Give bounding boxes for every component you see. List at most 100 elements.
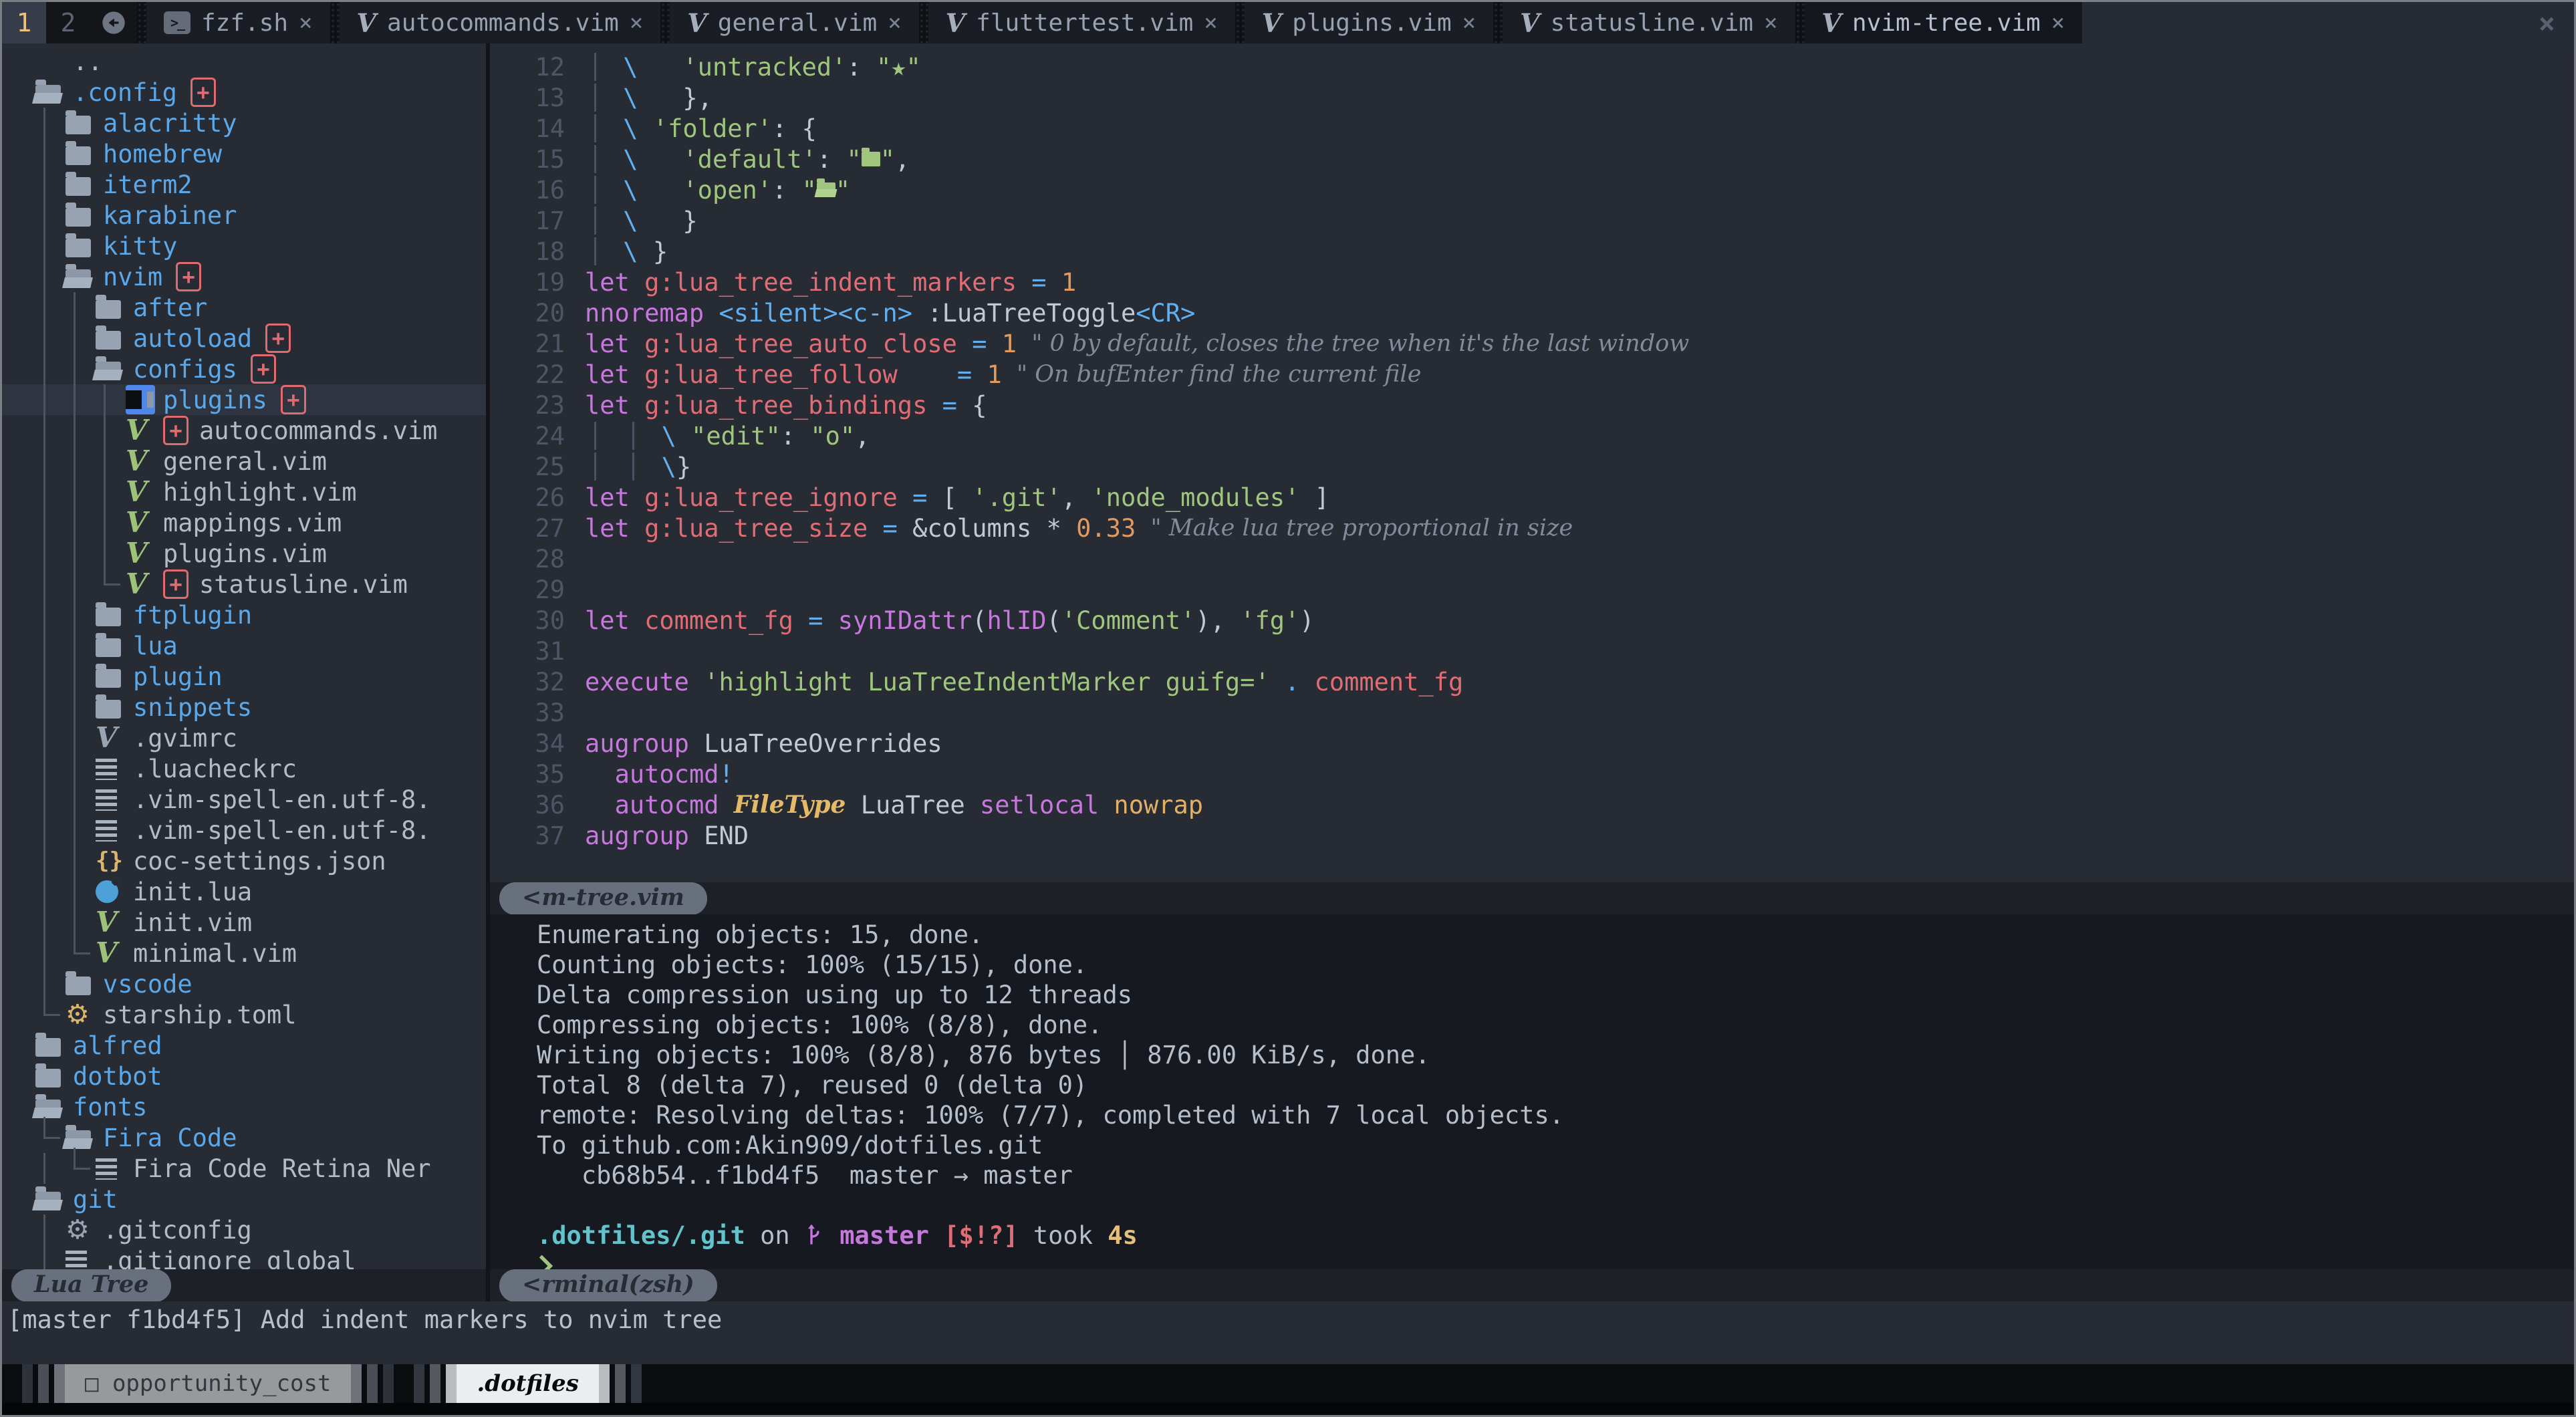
- tab-close-icon[interactable]: ×: [888, 9, 901, 36]
- tree-item-alacritty[interactable]: alacritty: [2, 108, 486, 138]
- tree-indent-guide: [66, 477, 96, 507]
- tab-plugins.vim[interactable]: Vplugins.vim×: [1245, 2, 1493, 43]
- tree-item-label: dotbot: [73, 1062, 162, 1091]
- tab-separator: [137, 2, 146, 43]
- git-branch-icon: [805, 1221, 825, 1251]
- tree-indent-guide: [35, 876, 66, 907]
- line-number: 13: [490, 84, 585, 112]
- tree-item-plugins[interactable]: plugins+: [2, 384, 486, 415]
- vim-icon: V: [357, 8, 376, 38]
- tree-item-vscode[interactable]: vscode: [2, 969, 486, 999]
- line-number: 36: [490, 791, 585, 819]
- tree-indent-guide: [66, 600, 96, 630]
- tree-item-.gitignore_global[interactable]: .gitignore_global: [2, 1245, 486, 1269]
- tab-fzf.sh[interactable]: >_fzf.sh×: [146, 2, 330, 43]
- close-all-icon[interactable]: ×: [2539, 7, 2555, 39]
- tree-item-label: statusline.vim: [199, 570, 408, 599]
- tree-item-.gvimrc[interactable]: V .gvimrc: [2, 723, 486, 753]
- tree-item-autocommands.vim[interactable]: V+autocommands.vim: [2, 415, 486, 446]
- tree-indent-guide: [66, 507, 96, 538]
- tab-nvim-tree.vim[interactable]: Vnvim-tree.vim×: [1805, 2, 2083, 43]
- tree-indent-guide: [66, 630, 96, 661]
- tree-item-icon: [96, 757, 133, 780]
- vim-file-icon: V: [126, 416, 148, 444]
- tree-item-dotbot[interactable]: dotbot: [2, 1061, 486, 1091]
- tree-item-.vim-spell-en.utf-8.[interactable]: .vim-spell-en.utf-8.: [2, 815, 486, 846]
- tree-item-general.vim[interactable]: Vgeneral.vim: [2, 446, 486, 477]
- tree-indent-guide: [35, 1214, 66, 1245]
- tab-general.vim[interactable]: Vgeneral.vim×: [670, 2, 918, 43]
- tab-fluttertest.vim[interactable]: Vfluttertest.vim×: [928, 2, 1235, 43]
- tree-item-Fira-Code-Retina-Ner[interactable]: Fira Code Retina Ner: [2, 1153, 486, 1184]
- vim-file-icon: V: [96, 724, 118, 752]
- tree-item-after[interactable]: after: [2, 292, 486, 323]
- tree-item-..[interactable]: ..: [2, 46, 486, 77]
- git-unstaged-badge: +: [265, 324, 291, 353]
- tree-item-highlight.vim[interactable]: Vhighlight.vim: [2, 477, 486, 507]
- tab-close-icon[interactable]: ×: [1764, 9, 1777, 36]
- tree-item-icon: V: [96, 939, 133, 967]
- editor-pane[interactable]: 12 \ 'untracked': "★"13 \ },14 \ 'folder…: [490, 43, 2574, 882]
- tab-close-icon[interactable]: ×: [1204, 9, 1217, 36]
- tab-close-icon[interactable]: ×: [630, 9, 643, 36]
- tree-item-mappings.vim[interactable]: Vmappings.vim: [2, 507, 486, 538]
- tree-item-git[interactable]: git: [2, 1184, 486, 1214]
- tree-item-label: plugins.vim: [163, 539, 327, 568]
- tree-item-fonts[interactable]: fonts: [2, 1091, 486, 1122]
- tmux-gradient-bar: [414, 1364, 424, 1403]
- tree-item-label: after: [133, 293, 207, 322]
- tree-item-kitty[interactable]: kitty: [2, 231, 486, 261]
- tree-item-karabiner[interactable]: karabiner: [2, 200, 486, 231]
- tree-item-homebrew[interactable]: homebrew: [2, 138, 486, 169]
- indent-guide: [594, 114, 596, 142]
- tree-item-lua[interactable]: lua: [2, 630, 486, 661]
- tree-item-configs[interactable]: configs+: [2, 354, 486, 384]
- tree-item-icon: [96, 819, 133, 842]
- window-indicator-1[interactable]: 1: [2, 2, 46, 43]
- tab-autocommands.vim[interactable]: Vautocommands.vim×: [340, 2, 661, 43]
- tree-item-alfred[interactable]: alfred: [2, 1030, 486, 1061]
- folder-icon: [66, 146, 91, 165]
- tree-item-plugins.vim[interactable]: Vplugins.vim: [2, 538, 486, 569]
- bottom-strip: [2, 1403, 2574, 1415]
- terminal-pane[interactable]: Enumerating objects: 15, done.Counting o…: [490, 914, 2574, 1269]
- tree-item-label: .gvimrc: [133, 724, 237, 753]
- tab-close-icon[interactable]: ×: [299, 9, 312, 36]
- tmux-window-.dotfiles[interactable]: .dotfiles: [414, 1364, 641, 1403]
- tree-item-init.lua[interactable]: init.lua: [2, 876, 486, 907]
- tree-item-coc-settings.json[interactable]: {}coc-settings.json: [2, 846, 486, 876]
- tree-item-icon: {}: [96, 848, 133, 874]
- vim-icon: V: [1520, 8, 1539, 38]
- tmux-window-opportunity_cost[interactable]: □ opportunity_cost: [22, 1364, 394, 1403]
- tree-item-autoload[interactable]: autoload+: [2, 323, 486, 354]
- window-indicator-2[interactable]: 2: [46, 2, 90, 43]
- tree-item-.gitconfig[interactable]: ⚙.gitconfig: [2, 1214, 486, 1245]
- tree-item-minimal.vim[interactable]: Vminimal.vim: [2, 938, 486, 969]
- tree-item-nvim[interactable]: nvim+: [2, 261, 486, 292]
- tree-statusline-pill: Lua Tree: [11, 1269, 171, 1302]
- tree-item-label: configs: [133, 355, 237, 384]
- tab-separator: [1235, 2, 1245, 43]
- tree-item-.vim-spell-en.utf-8.[interactable]: .vim-spell-en.utf-8.: [2, 784, 486, 815]
- tab-close-icon[interactable]: ×: [2051, 9, 2065, 36]
- tree-item-starship.toml[interactable]: ⚙starship.toml: [2, 999, 486, 1030]
- tree-item-.luacheckrc[interactable]: .luacheckrc: [2, 753, 486, 784]
- git-unstaged-badge: +: [281, 385, 306, 414]
- tree-item-plugin[interactable]: plugin: [2, 661, 486, 692]
- tree-corner-guide: [96, 569, 126, 600]
- cursor-folder-icon: [126, 385, 155, 414]
- tree-item-statusline.vim[interactable]: V+statusline.vim: [2, 569, 486, 600]
- tab-separator: [330, 2, 340, 43]
- circle-arrow-icon[interactable]: [90, 2, 137, 43]
- tab-statusline.vim[interactable]: Vstatusline.vim×: [1503, 2, 1795, 43]
- tree-item-label: init.vim: [133, 908, 252, 937]
- tree-item-iterm2[interactable]: iterm2: [2, 169, 486, 200]
- code-line: 29: [490, 574, 2574, 605]
- tab-close-icon[interactable]: ×: [1462, 9, 1476, 36]
- tree-indent-guide: [35, 692, 66, 723]
- tree-item-snippets[interactable]: snippets: [2, 692, 486, 723]
- tree-item-.config[interactable]: .config+: [2, 77, 486, 108]
- tree-item-ftplugin[interactable]: ftplugin: [2, 600, 486, 630]
- tree-item-icon: [66, 204, 103, 227]
- tmux-window-label: .dotfiles: [457, 1364, 598, 1403]
